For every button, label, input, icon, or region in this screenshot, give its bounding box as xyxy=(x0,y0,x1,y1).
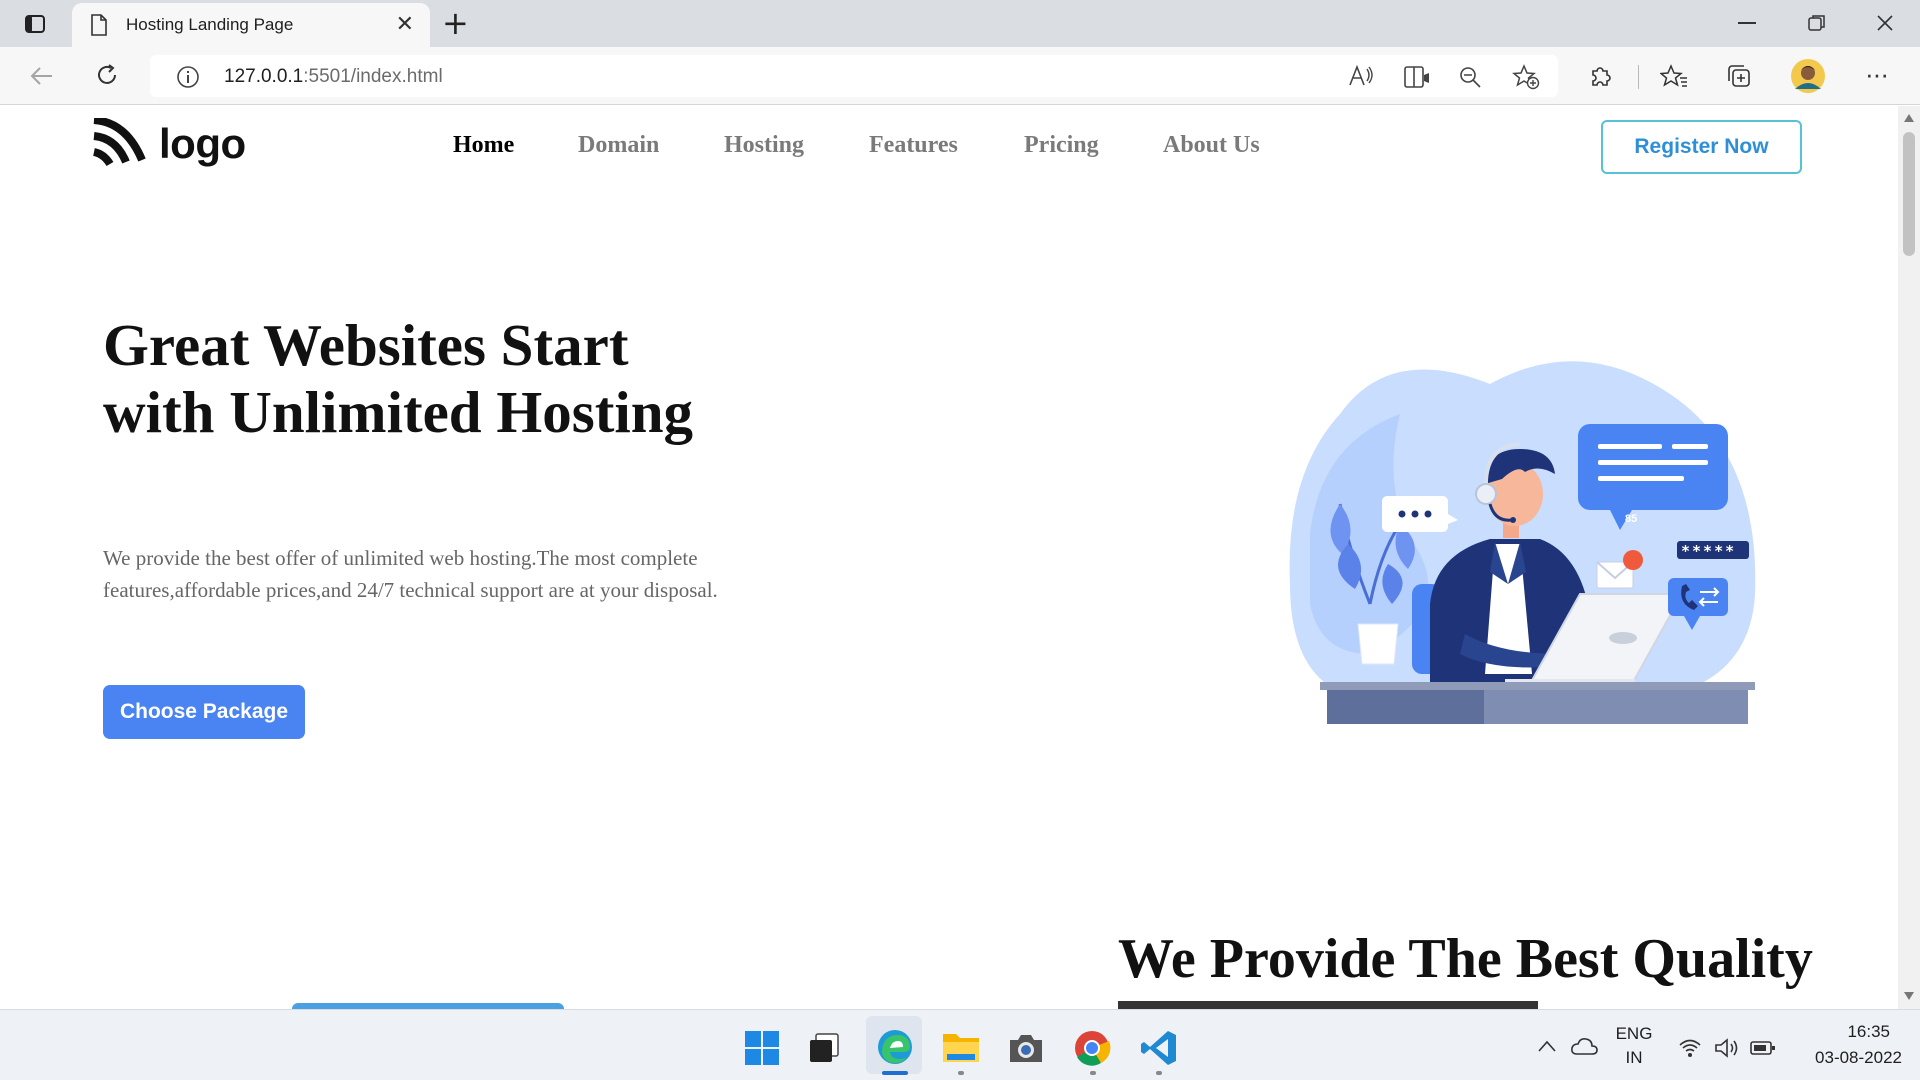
restore-icon[interactable] xyxy=(1808,14,1826,32)
nav-about-us[interactable]: About Us xyxy=(1163,132,1260,159)
onedrive-cloud-icon[interactable] xyxy=(1570,1036,1598,1056)
chevron-up-icon[interactable] xyxy=(1538,1040,1556,1052)
mail-badge-count: 85 xyxy=(1625,513,1638,525)
camera-icon[interactable] xyxy=(1007,1032,1045,1064)
zoom-out-icon[interactable] xyxy=(1458,65,1482,89)
vscode-icon[interactable] xyxy=(1140,1029,1178,1067)
nav-features[interactable]: Features xyxy=(869,132,958,159)
chrome-indicator xyxy=(1090,1071,1096,1075)
language-bottom[interactable]: IN xyxy=(1614,1048,1654,1068)
tab-title: Hosting Landing Page xyxy=(126,15,294,34)
language-top[interactable]: ENG xyxy=(1614,1024,1654,1044)
scroll-up-icon[interactable] xyxy=(1904,114,1914,122)
settings-more-icon[interactable]: ··· xyxy=(1865,59,1889,90)
battery-icon[interactable] xyxy=(1750,1040,1776,1056)
hero-description: We provide the best offer of unlimited w… xyxy=(103,546,718,602)
hero-title: Great Websites Start with Unlimited Host… xyxy=(103,312,694,445)
clock-time[interactable]: 16:35 xyxy=(1790,1022,1902,1042)
browser-toolbar: 127.0.0.1:5501/index.html ··· xyxy=(0,47,1920,105)
extensions-icon[interactable] xyxy=(1588,63,1614,89)
immersive-reader-icon[interactable] xyxy=(1404,65,1430,89)
page-viewport: logo Home Domain Hosting Features Pricin… xyxy=(0,106,1898,1009)
toolbar-divider xyxy=(1638,65,1639,89)
password-mask-text: ***** xyxy=(1681,542,1737,560)
add-favorite-icon[interactable] xyxy=(1512,64,1540,90)
back-icon[interactable] xyxy=(30,66,54,86)
nav-domain[interactable]: Domain xyxy=(578,132,659,159)
second-line-fragment xyxy=(1118,1001,1538,1009)
minimize-icon[interactable] xyxy=(1738,22,1756,26)
nav-pricing[interactable]: Pricing xyxy=(1024,132,1099,159)
page-icon xyxy=(91,14,107,36)
section-title: We Provide The Best Quality xyxy=(1118,928,1813,990)
favorites-icon[interactable] xyxy=(1660,63,1688,89)
task-view-icon[interactable] xyxy=(808,1032,840,1064)
edge-icon[interactable] xyxy=(876,1028,914,1066)
vscode-indicator xyxy=(1156,1071,1162,1075)
tab-close-icon[interactable]: ✕ xyxy=(396,11,414,37)
choose-package-button[interactable]: Choose Package xyxy=(103,685,305,739)
tab-actions-icon[interactable] xyxy=(24,13,46,35)
nav-home[interactable]: Home xyxy=(453,132,514,159)
wifi-icon[interactable] xyxy=(1678,1038,1702,1058)
logo-text[interactable]: logo xyxy=(159,120,246,168)
register-now-button[interactable]: Register Now xyxy=(1601,120,1802,174)
page-scrollbar[interactable] xyxy=(1898,106,1920,1009)
collections-icon[interactable] xyxy=(1726,63,1752,89)
scroll-down-icon[interactable] xyxy=(1904,992,1914,1000)
browser-tab-bar: Hosting Landing Page ✕ + xyxy=(0,0,1920,47)
volume-icon[interactable] xyxy=(1714,1037,1740,1059)
windows-taskbar: ENG IN 16:35 03-08-2022 xyxy=(0,1009,1920,1080)
new-tab-icon[interactable]: + xyxy=(442,4,469,42)
read-aloud-icon[interactable] xyxy=(1348,65,1374,87)
chrome-icon[interactable] xyxy=(1073,1029,1111,1067)
browser-tab[interactable]: Hosting Landing Page ✕ xyxy=(72,3,430,47)
edge-active-indicator xyxy=(882,1071,908,1075)
url-text[interactable]: 127.0.0.1:5501/index.html xyxy=(224,66,443,88)
clock-date[interactable]: 03-08-2022 xyxy=(1790,1048,1902,1068)
site-info-icon[interactable] xyxy=(176,65,200,89)
address-bar[interactable]: 127.0.0.1:5501/index.html xyxy=(150,55,1558,97)
file-explorer-icon[interactable] xyxy=(942,1030,980,1064)
logo-icon[interactable] xyxy=(92,118,146,170)
window-close-icon[interactable] xyxy=(1876,14,1894,32)
nav-hosting[interactable]: Hosting xyxy=(724,132,804,159)
profile-avatar[interactable] xyxy=(1791,59,1825,93)
explorer-indicator xyxy=(958,1071,964,1075)
refresh-icon[interactable] xyxy=(95,63,119,87)
windows-start-icon[interactable] xyxy=(744,1030,780,1066)
scrollbar-thumb[interactable] xyxy=(1903,132,1915,256)
